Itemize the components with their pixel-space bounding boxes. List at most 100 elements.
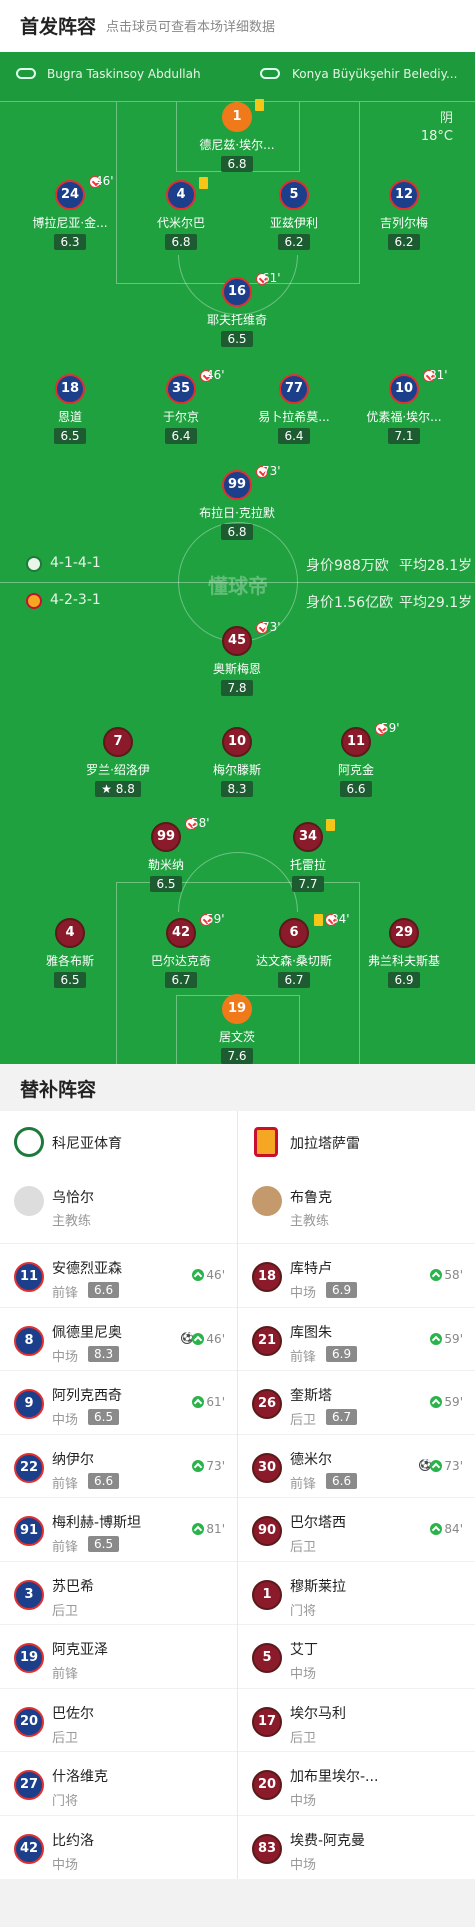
- sub-position: 前锋: [52, 1540, 79, 1555]
- sub-time: 46': [95, 174, 114, 188]
- player-home-cb1[interactable]: 4 代米尔巴 6.8: [126, 177, 236, 250]
- player-number: 5: [279, 180, 309, 210]
- away-manager[interactable]: Konya Büyükşehir Belediy...: [292, 67, 457, 81]
- sub-in-time: 84': [430, 1522, 463, 1536]
- player-home-cm1[interactable]: 35 46' 于尔京 6.4: [126, 368, 236, 444]
- player-number: 7: [103, 727, 133, 757]
- player-name: 优素福·埃尔...: [366, 410, 442, 424]
- sub-name: 巴佐尔: [52, 1705, 94, 1722]
- sub-number: 22: [14, 1452, 44, 1483]
- sub-position: 中场: [52, 1349, 79, 1365]
- weather: 阴 18°C: [421, 110, 453, 146]
- sub-row[interactable]: 91 梅利赫-博斯坦 前锋 6.5 81': [0, 1497, 237, 1561]
- player-home-rb[interactable]: 12 吉列尔梅 6.2: [349, 180, 459, 250]
- player-number: 11: [341, 727, 371, 757]
- player-away-dm1[interactable]: 99 58' 勒米纳 6.5: [111, 816, 221, 892]
- away-coach-row[interactable]: 布鲁克 主教练: [238, 1169, 475, 1243]
- player-away-rw[interactable]: 11 59' 阿克金 6.6: [301, 721, 411, 797]
- sub-time: 59': [206, 912, 225, 926]
- player-rating: 8.3: [221, 781, 253, 797]
- player-away-lb[interactable]: 4 雅各布斯 6.5: [15, 918, 125, 988]
- home-manager[interactable]: Bugra Taskinsoy Abdullah: [47, 67, 201, 81]
- home-value: 身价988万欧: [306, 558, 389, 574]
- sub-position: 前锋: [52, 1667, 79, 1682]
- sub-row[interactable]: 83 埃费-阿克曼 中场: [238, 1814, 475, 1879]
- away-team-row[interactable]: 加拉塔萨雷: [238, 1111, 475, 1169]
- sub-row[interactable]: 3 苏巴希 后卫: [0, 1560, 237, 1625]
- sub-time: 73': [262, 464, 281, 478]
- sub-row[interactable]: 20 巴佐尔 后卫: [0, 1687, 237, 1752]
- sub-row[interactable]: 22 纳伊尔 前锋 6.6 73': [0, 1433, 237, 1498]
- sub-name: 库图朱: [290, 1324, 332, 1341]
- player-home-st[interactable]: 99 73' 布拉日·克拉默 6.8: [182, 464, 292, 540]
- sub-row[interactable]: 19 阿克亚泽 前锋: [0, 1624, 237, 1688]
- sub-in-value: 81': [206, 1522, 225, 1536]
- player-name: 亚兹伊利: [269, 216, 318, 230]
- player-home-dm[interactable]: 16 61' 耶夫托维奇 6.5: [182, 271, 292, 347]
- player-away-gk[interactable]: 19 居文茨 7.6: [182, 994, 292, 1064]
- sub-number: 9: [14, 1389, 44, 1419]
- player-away-am[interactable]: 10 梅尔滕斯 8.3: [182, 727, 292, 797]
- home-subs-column: 科尼亚体育 乌恰尔 主教练 11 安德烈亚森 前锋 6.6 46' 8 佩德里尼奥 中场 8.…: [0, 1111, 237, 1878]
- player-rating: 6.5: [54, 428, 86, 444]
- player-name: 居文茨: [218, 1030, 255, 1044]
- sub-in-time: 46': [192, 1332, 225, 1346]
- sub-name: 阿克亚泽: [52, 1642, 108, 1658]
- player-rating: 6.5: [150, 876, 182, 892]
- player-rating: 6.5: [221, 331, 253, 347]
- player-number: 34: [293, 822, 323, 852]
- coach-name: 乌恰尔: [52, 1190, 94, 1206]
- sub-row[interactable]: 8 佩德里尼奥 中场 8.3 ⚽ 46': [0, 1306, 237, 1371]
- sub-row[interactable]: 5 艾丁 中场: [238, 1624, 475, 1688]
- sub-number: 26: [252, 1389, 282, 1419]
- sub-number: 21: [252, 1325, 282, 1356]
- sub-number: 18: [252, 1262, 282, 1292]
- sub-row[interactable]: 9 阿列克西奇 中场 6.5 61': [0, 1370, 237, 1434]
- player-name: 德尼兹·埃尔...: [199, 138, 275, 152]
- sub-name: 比约洛: [52, 1832, 94, 1849]
- sub-number: 17: [252, 1706, 282, 1737]
- sub-row[interactable]: 21 库图朱 前锋 6.9 59': [238, 1306, 475, 1371]
- player-rating: 6.2: [388, 234, 420, 250]
- sub-row[interactable]: 20 加布里埃尔-... 中场: [238, 1751, 475, 1815]
- player-away-cb1[interactable]: 42 59' 巴尔达克奇 6.7: [126, 912, 236, 988]
- sub-in-icon: [430, 1523, 443, 1535]
- yellow-card-icon: [326, 819, 335, 831]
- sub-name: 穆斯莱拉: [290, 1578, 346, 1595]
- player-home-lb[interactable]: 24 46' 博拉尼亚·金... 6.3: [15, 174, 125, 250]
- player-away-dm2[interactable]: 34 托雷拉 7.7: [253, 819, 363, 892]
- sub-row[interactable]: 1 穆斯莱拉 门将: [238, 1560, 475, 1625]
- home-team-row[interactable]: 科尼亚体育: [0, 1111, 237, 1169]
- sub-number: 3: [14, 1579, 44, 1610]
- sub-row[interactable]: 42 比约洛 中场: [0, 1814, 237, 1879]
- sub-row[interactable]: 30 德米尔 前锋 6.6 ⚽ 73': [238, 1433, 475, 1498]
- player-name: 阿克金: [337, 763, 374, 777]
- sub-time: 73': [262, 620, 281, 634]
- player-home-cm2[interactable]: 77 易卜拉希莫... 6.4: [239, 374, 349, 444]
- sub-row[interactable]: 17 埃尔马利 后卫: [238, 1687, 475, 1752]
- player-home-lm[interactable]: 18 恩道 6.5: [15, 374, 125, 444]
- sub-in-icon: [430, 1269, 443, 1281]
- sub-rating: 6.7: [326, 1409, 358, 1425]
- player-home-rm[interactable]: 10 81' 优素福·埃尔... 7.1: [349, 368, 459, 444]
- player-away-lw[interactable]: 7 罗兰·绍洛伊 ★ 8.8: [63, 727, 173, 797]
- player-rating: 6.4: [278, 428, 310, 444]
- player-home-gk[interactable]: 1 德尼兹·埃尔... 6.8: [182, 99, 292, 172]
- player-away-rb[interactable]: 29 弗兰科夫斯基 6.9: [349, 918, 459, 988]
- player-home-cb2[interactable]: 5 亚兹伊利 6.2: [239, 180, 349, 250]
- player-rating: 6.9: [388, 972, 420, 988]
- sub-name: 安德烈亚森: [52, 1261, 122, 1277]
- sub-in-value: 73': [206, 1458, 225, 1473]
- sub-row[interactable]: 27 什洛维克 门将: [0, 1751, 237, 1815]
- player-number: 19: [222, 994, 252, 1024]
- player-rating: 6.5: [54, 972, 86, 988]
- sub-row[interactable]: 18 库特卢 中场 6.9 58': [238, 1243, 475, 1307]
- sub-row[interactable]: 11 安德烈亚森 前锋 6.6 46': [0, 1243, 237, 1307]
- player-away-st[interactable]: 45 73' 奥斯梅恩 7.8: [182, 620, 292, 696]
- sub-row[interactable]: 26 奎斯塔 后卫 6.7 59': [238, 1370, 475, 1434]
- home-coach-row[interactable]: 乌恰尔 主教练: [0, 1169, 237, 1243]
- player-away-cb2[interactable]: 6 84' 达文森·桑切斯 6.7: [239, 912, 350, 988]
- sub-row[interactable]: 90 巴尔塔西 后卫 84': [238, 1497, 475, 1561]
- sub-name: 奎斯塔: [290, 1388, 332, 1404]
- sub-number: 20: [252, 1770, 282, 1800]
